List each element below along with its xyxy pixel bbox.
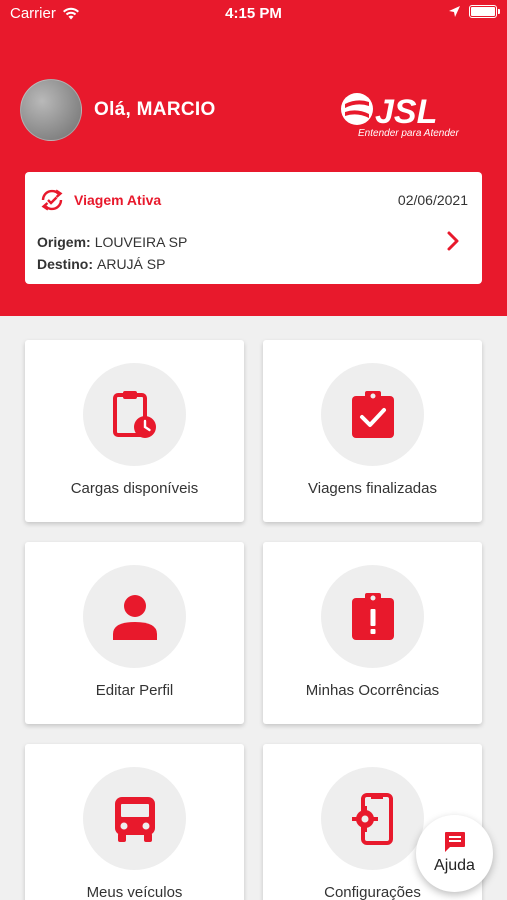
chat-icon xyxy=(445,832,465,852)
origin-value: LOUVEIRA SP xyxy=(94,234,188,250)
tile-editar-perfil[interactable]: Editar Perfil xyxy=(25,542,244,724)
origin-label: Origem: xyxy=(37,234,91,250)
tile-label: Cargas disponíveis xyxy=(70,480,199,497)
trip-date: 02/06/2021 xyxy=(397,192,468,208)
active-trip-card[interactable]: Viagem Ativa 02/06/2021 Origem: LOUVEIRA … xyxy=(25,172,482,284)
bus-icon xyxy=(114,796,155,842)
trip-title: Viagem Ativa xyxy=(74,192,162,208)
clipboard-clock-icon xyxy=(112,390,156,438)
location-arrow-icon xyxy=(449,6,460,17)
sync-check-icon xyxy=(41,189,63,211)
trip-origin: Origem: LOUVEIRA SP xyxy=(37,234,187,250)
battery-icon xyxy=(469,5,500,18)
tile-label: Meus veículos xyxy=(86,884,183,900)
tile-viagens-finalizadas[interactable]: Viagens finalizadas xyxy=(263,340,482,522)
clipboard-alert-icon xyxy=(351,592,394,640)
tile-meus-veiculos[interactable]: Meus veículos xyxy=(25,744,244,900)
person-icon xyxy=(112,594,157,640)
help-button[interactable]: Ajuda xyxy=(416,815,493,892)
logo-tagline: Entender para Atender xyxy=(358,128,459,139)
help-label: Ajuda xyxy=(434,857,475,874)
trip-destination: Destino: ARUJÁ SP xyxy=(37,256,165,272)
tile-minhas-ocorrencias[interactable]: Minhas Ocorrências xyxy=(263,542,482,724)
destination-label: Destino: xyxy=(37,256,93,272)
tile-label: Editar Perfil xyxy=(95,682,174,699)
logo-text: JSL xyxy=(375,93,437,131)
tile-cargas-disponiveis[interactable]: Cargas disponíveis xyxy=(25,340,244,522)
greeting: Olá, MARCIO xyxy=(94,99,216,120)
clipboard-check-icon xyxy=(351,390,394,438)
avatar[interactable] xyxy=(20,79,82,141)
status-bar: Carrier 4:15 PM xyxy=(0,0,507,28)
tile-label: Viagens finalizadas xyxy=(308,480,437,497)
phone-settings-icon xyxy=(351,792,393,845)
destination-value: ARUJÁ SP xyxy=(97,256,166,272)
tile-label: Minhas Ocorrências xyxy=(305,682,440,699)
chevron-right-icon[interactable] xyxy=(446,230,460,252)
status-time: 4:15 PM xyxy=(225,5,282,22)
